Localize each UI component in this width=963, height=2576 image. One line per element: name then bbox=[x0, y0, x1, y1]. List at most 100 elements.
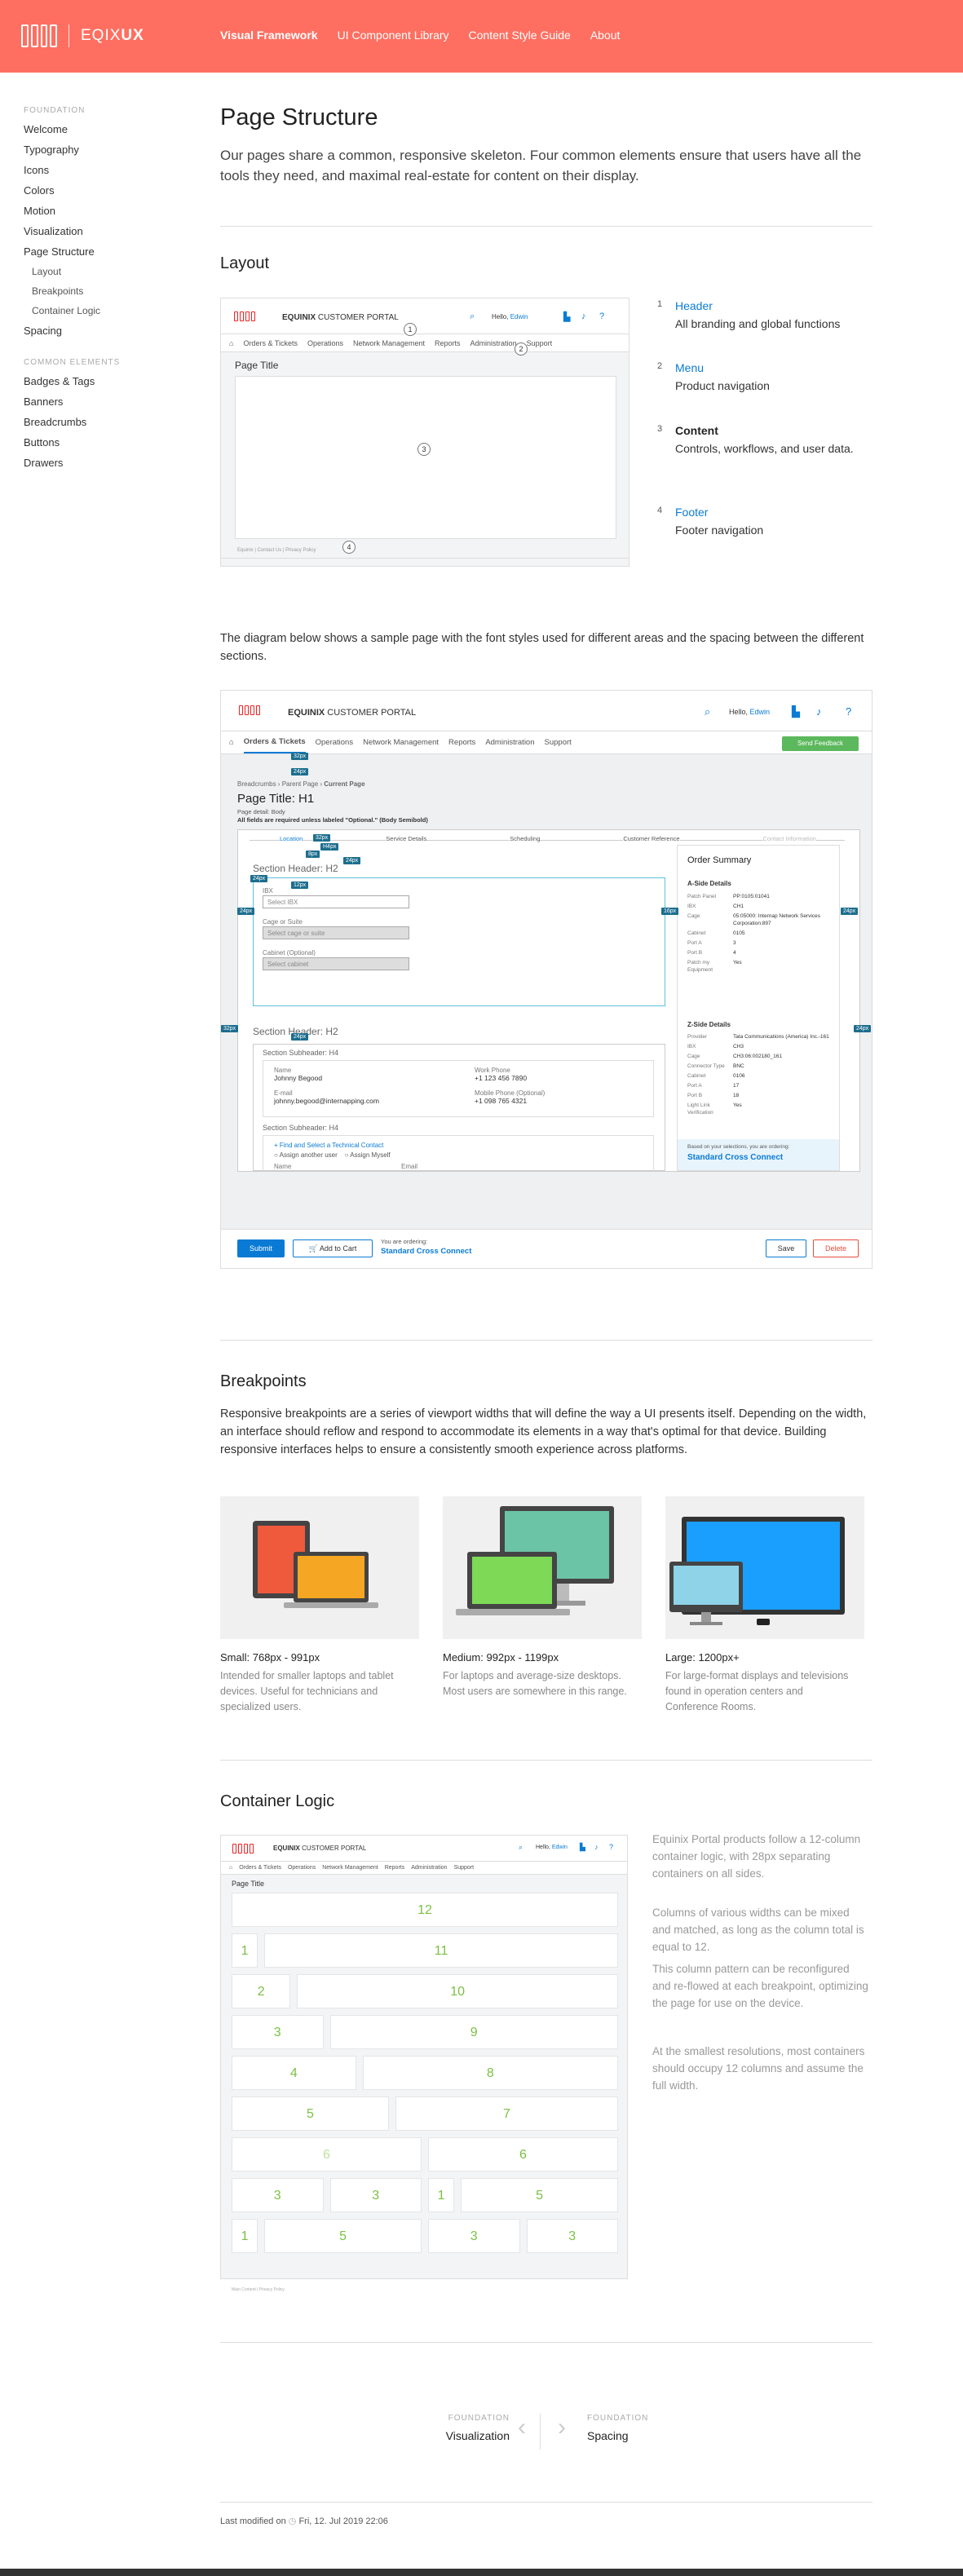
mock-nav-item: Network Management bbox=[352, 338, 426, 347]
order-summary-title: Order Summary bbox=[687, 855, 752, 865]
legend-title[interactable]: Header bbox=[675, 299, 713, 312]
nav-ui-component-library[interactable]: UI Component Library bbox=[338, 29, 449, 42]
sidebar-item-motion[interactable]: Motion bbox=[24, 205, 187, 217]
sample-nav: ⌂ Orders & Tickets Operations Network Ma… bbox=[221, 731, 872, 754]
nav-content-style-guide[interactable]: Content Style Guide bbox=[469, 29, 571, 42]
sidebar-sub-breakpoints[interactable]: Breakpoints bbox=[24, 285, 187, 297]
clock-icon: ◷ bbox=[288, 2516, 297, 2526]
legend-desc: Controls, workflows, and user data. bbox=[675, 442, 854, 455]
delete-button: Delete bbox=[813, 1239, 859, 1257]
order-detail-row: Port B 4 bbox=[687, 949, 834, 957]
sample-nav-item: Operations bbox=[315, 738, 354, 747]
sidebar-item-drawers[interactable]: Drawers bbox=[24, 457, 187, 469]
legend-desc: All branding and global functions bbox=[675, 317, 841, 330]
logo[interactable]: EQIX UX bbox=[21, 24, 144, 47]
container-logic-diagram: EQUINIX CUSTOMER PORTAL ⌕ Hello, Edwin ▙… bbox=[220, 1835, 628, 2279]
mock-nav-item: Support bbox=[526, 338, 553, 347]
sidebar-item-banners[interactable]: Banners bbox=[24, 395, 187, 408]
legend-num: 1 bbox=[657, 299, 663, 309]
cl-nav: ⌂ Orders & Tickets Operations Network Ma… bbox=[221, 1862, 627, 1875]
legend-desc: Product navigation bbox=[675, 379, 770, 392]
divider bbox=[220, 2342, 872, 2343]
prev-page-title: Visualization bbox=[445, 2429, 510, 2442]
mock-nav-item: Reports bbox=[435, 338, 461, 347]
sidebar-item-visualization[interactable]: Visualization bbox=[24, 225, 187, 237]
order-detail-row: Cabinet 0105 bbox=[687, 930, 834, 937]
order-detail-value: Yes bbox=[733, 1102, 742, 1108]
order-detail-row: Patch my Equipment Yes bbox=[687, 959, 834, 974]
sidebar-item-welcome[interactable]: Welcome bbox=[24, 123, 187, 135]
mock-nav-item: Administration bbox=[470, 338, 517, 347]
marker-4: 4 bbox=[342, 541, 356, 554]
bp-medium-title: Medium: 992px - 1199px bbox=[443, 1651, 559, 1664]
sidebar-sub-layout[interactable]: Layout bbox=[24, 266, 187, 277]
bp-large-desc: For large-format displays and television… bbox=[665, 1670, 849, 1712]
order-detail-value: CH3:06:002180_161 bbox=[733, 1054, 782, 1059]
legend-title[interactable]: Footer bbox=[675, 506, 708, 519]
legend-title[interactable]: Menu bbox=[675, 361, 704, 374]
cabinet-select: Select cabinet bbox=[263, 957, 409, 970]
prev-page-link[interactable]: FOUNDATION Visualization bbox=[440, 2414, 510, 2442]
subheader-1: Section Subheader: H4 bbox=[263, 1049, 339, 1057]
sidebar-item-buttons[interactable]: Buttons bbox=[24, 436, 187, 448]
order-detail-value: 17 bbox=[733, 1083, 740, 1089]
sample-brand: EQUINIX CUSTOMER PORTAL bbox=[288, 708, 417, 718]
cl-nav-item: Operations bbox=[287, 1865, 316, 1871]
sidebar-sub-container-logic[interactable]: Container Logic bbox=[24, 305, 187, 316]
cl-footer-text: Main Content | Privacy Policy bbox=[232, 2287, 285, 2292]
step: Contact Information bbox=[762, 835, 816, 842]
search-icon: ⌕ bbox=[470, 312, 475, 321]
nav-about[interactable]: About bbox=[590, 29, 621, 42]
mock-nav: ⌂ Orders & Tickets Operations Network Ma… bbox=[221, 334, 629, 352]
last-modified: Last modified on ◷ Fri, 12. Jul 2019 22:… bbox=[220, 2516, 388, 2526]
medium-devices-illustration bbox=[443, 1496, 642, 1639]
sidebar-item-spacing[interactable]: Spacing bbox=[24, 325, 187, 337]
column-cell: 3 bbox=[428, 2219, 520, 2253]
next-page-title: Spacing bbox=[587, 2429, 629, 2442]
order-detail-row: Port A 3 bbox=[687, 939, 834, 947]
order-based: Based on your selections, you are orderi… bbox=[687, 1144, 790, 1150]
sidebar-item-typography[interactable]: Typography bbox=[24, 144, 187, 156]
help-icon: ? bbox=[846, 705, 852, 718]
order-detail-label: Cabinet bbox=[687, 930, 706, 936]
a-side-title: A-Side Details bbox=[687, 880, 731, 887]
brand-bold: UX bbox=[121, 27, 144, 44]
cage-select: Select cage or suite bbox=[263, 926, 409, 939]
page-title: Page Structure bbox=[220, 104, 378, 130]
order-detail-row: Provider Tata Communications (America) In… bbox=[687, 1033, 834, 1041]
search-icon: ⌕ bbox=[519, 1843, 523, 1851]
spacing-tag: 24px bbox=[841, 908, 859, 915]
sidebar-item-icons[interactable]: Icons bbox=[24, 164, 187, 176]
order-detail-row: Port A 17 bbox=[687, 1082, 834, 1089]
legend-num: 2 bbox=[657, 361, 663, 371]
home-icon: ⌂ bbox=[229, 738, 234, 747]
column-cell: 6 bbox=[232, 2137, 422, 2172]
sidebar-item-page-structure[interactable]: Page Structure bbox=[24, 245, 187, 258]
legend-item: 2 Menu Product navigation bbox=[657, 361, 869, 394]
spacing-tag: H4px bbox=[320, 843, 339, 851]
bell-icon: ♪ bbox=[816, 705, 822, 718]
column-cell: 5 bbox=[264, 2219, 422, 2253]
mock-footer: Equinix | Contact Us | Privacy Policy bbox=[237, 548, 316, 553]
order-detail-label: Cage bbox=[687, 913, 700, 919]
spacing-tag: 8px bbox=[306, 851, 320, 858]
order-detail-row: Cabinet 0106 bbox=[687, 1072, 834, 1080]
nav-visual-framework[interactable]: Visual Framework bbox=[220, 29, 318, 42]
column-cell: 3 bbox=[232, 2015, 324, 2049]
cl-hello: Hello, Edwin bbox=[536, 1845, 568, 1850]
mobile-phone-label: Mobile Phone (Optional) bbox=[475, 1089, 546, 1097]
mock-hello: Hello, Edwin bbox=[492, 313, 528, 320]
chevron-left-icon[interactable]: ‹ bbox=[518, 2414, 526, 2441]
sidebar-item-colors[interactable]: Colors bbox=[24, 184, 187, 197]
column-cell: 6 bbox=[428, 2137, 618, 2172]
order-detail-row: Connector Type BNC bbox=[687, 1063, 834, 1070]
column-cell: 10 bbox=[297, 1974, 618, 2008]
sidebar-item-breadcrumbs[interactable]: Breadcrumbs bbox=[24, 416, 187, 428]
order-detail-label: Port A bbox=[687, 940, 702, 946]
chevron-right-icon[interactable]: › bbox=[558, 2414, 566, 2441]
sidebar-heading-common: COMMON ELEMENTS bbox=[24, 358, 121, 367]
order-detail-label: Port B bbox=[687, 1093, 703, 1098]
sidebar-item-badges[interactable]: Badges & Tags bbox=[24, 375, 187, 387]
next-page-link[interactable]: FOUNDATION Spacing bbox=[587, 2414, 648, 2442]
cart-icon: ▙ bbox=[580, 1843, 585, 1851]
